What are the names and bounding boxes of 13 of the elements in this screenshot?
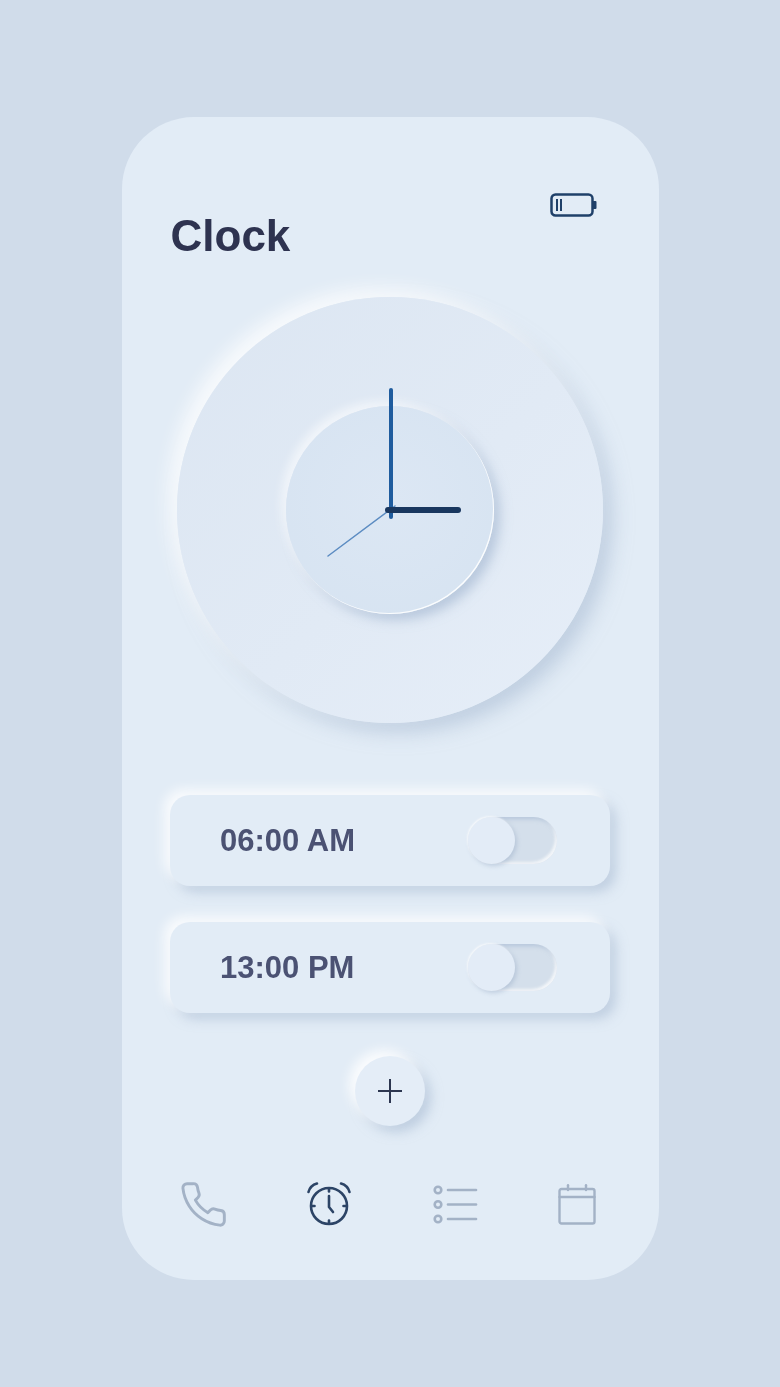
add-alarm-button[interactable] bbox=[355, 1056, 425, 1126]
toggle-switch[interactable] bbox=[468, 817, 557, 864]
toggle-switch[interactable] bbox=[468, 944, 557, 991]
plus-icon bbox=[377, 1078, 403, 1104]
list-icon[interactable] bbox=[432, 1184, 478, 1224]
alarm-time: 13:00 PM bbox=[220, 949, 355, 986]
phone-icon[interactable] bbox=[180, 1181, 226, 1227]
second-hand bbox=[327, 505, 396, 557]
alarm-clock-icon[interactable] bbox=[306, 1181, 353, 1227]
battery-icon bbox=[549, 193, 598, 217]
calendar-icon[interactable] bbox=[558, 1183, 597, 1225]
alarm-time: 06:00 AM bbox=[220, 822, 355, 859]
page-title: Clock bbox=[170, 211, 291, 261]
